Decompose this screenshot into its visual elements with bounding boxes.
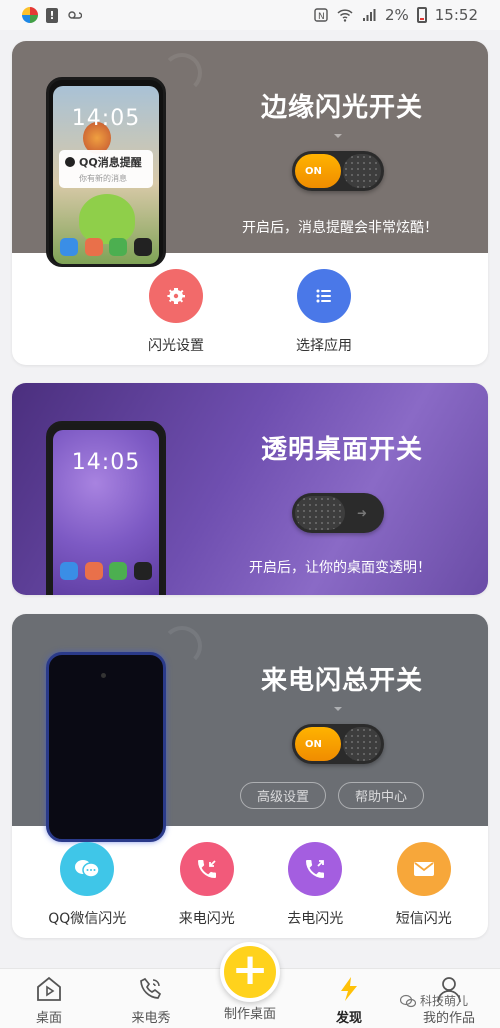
bi-app-icon [133, 238, 152, 256]
phone-screen: 14:05 [53, 430, 159, 595]
caret-icon [334, 134, 342, 138]
arrow-right-icon: ➜ [357, 506, 368, 520]
qq-notification: QQ消息提醒 你有新的消息 [59, 150, 153, 188]
qq-penguin-icon [65, 157, 75, 167]
messages-app-icon [60, 562, 79, 580]
edge-flash-actions: 闪光设置 选择应用 [12, 269, 488, 355]
phone-screen: 14:05 QQ消息提醒 你有新的消息 [53, 86, 159, 264]
flash-settings-label: 闪光设置 [148, 338, 204, 354]
transparent-desktop-description: 开启后，让你的桌面变透明！ [249, 560, 431, 576]
gear-icon [149, 269, 203, 323]
battery-percent: 2% [384, 6, 409, 24]
toggle-on-label: ON [295, 727, 341, 761]
create-desktop-fab[interactable]: + [220, 942, 280, 1002]
choose-app-label: 选择应用 [296, 338, 352, 354]
phone-mockup: 14:05 QQ消息提醒 你有新的消息 [46, 77, 166, 267]
signal-icon [362, 9, 376, 21]
phone-time: 14:05 [71, 106, 141, 131]
incoming-call-icon [179, 842, 234, 896]
incoming-call-flash-banner: 来电闪总开关 ON 高级设置 帮助中心 [12, 614, 488, 842]
wechat-icon [400, 994, 416, 1007]
svg-text:N: N [318, 12, 325, 22]
advanced-settings-button[interactable]: 高级设置 [240, 782, 327, 809]
nav-discover-label: 发现 [335, 1011, 362, 1026]
flash-settings-button[interactable]: 闪光设置 [148, 269, 204, 355]
notification-title: QQ消息提醒 [79, 156, 142, 169]
phone-dock [57, 562, 155, 580]
nav-desktop[interactable]: 桌面 [14, 975, 84, 1026]
decor-arc [162, 53, 202, 93]
alert-icon: ! [46, 7, 58, 23]
chat-bubbles-icon [60, 842, 115, 896]
edge-flash-description: 开启后，消息提醒会非常炫酷！ [242, 220, 438, 236]
nav-make-desktop-label: 制作桌面 [223, 1007, 276, 1022]
status-bar: ! N 2% 15:52 [0, 0, 500, 30]
phone-icon [140, 977, 162, 999]
incoming-call-flash-card: 来电闪总开关 ON 高级设置 帮助中心 QQ微信闪光 来电闪光 去电闪光 短信闪… [12, 614, 488, 938]
incoming-call-flash-label: 来电闪光 [178, 911, 235, 927]
incoming-call-flash-title: 来电闪总开关 [260, 666, 423, 696]
phone-mockup [46, 652, 166, 842]
sms-flash-label: 短信闪光 [395, 911, 452, 927]
nav-discover[interactable]: 发现 [314, 975, 384, 1026]
incoming-call-actions: QQ微信闪光 来电闪光 去电闪光 短信闪光 [12, 842, 488, 928]
envelope-icon [396, 842, 451, 896]
edge-flash-title: 边缘闪光开关 [260, 93, 423, 123]
nav-make-desktop[interactable]: 制作桌面 [215, 1003, 285, 1022]
choose-app-button[interactable]: 选择应用 [296, 269, 352, 355]
phone-time: 14:05 [71, 450, 141, 475]
weather-icon [68, 11, 82, 19]
nav-my-works-label: 我的作品 [422, 1011, 475, 1026]
edge-flash-card: 14:05 QQ消息提醒 你有新的消息 边缘闪光开关 ON 开启后，消息提醒会非… [12, 41, 488, 365]
incoming-call-flash-toggle[interactable]: ON [292, 724, 384, 764]
app-notification-icon [22, 7, 38, 23]
toggle-grip [343, 154, 381, 188]
caret-icon [334, 707, 342, 711]
outgoing-call-flash-label: 去电闪光 [287, 911, 344, 927]
wifi-icon [337, 9, 353, 22]
settings-pills: 高级设置 帮助中心 [240, 782, 425, 809]
lightning-icon [341, 977, 357, 1001]
nav-call-show-label: 来电秀 [131, 1011, 171, 1026]
nfc-icon: N [314, 8, 328, 22]
notification-body: 你有新的消息 [79, 174, 127, 183]
bi-app-icon [133, 562, 152, 580]
edge-flash-banner: 14:05 QQ消息提醒 你有新的消息 边缘闪光开关 ON 开启后，消息提醒会非… [12, 41, 488, 267]
outgoing-call-flash-button[interactable]: 去电闪光 [287, 842, 343, 928]
transparent-desktop-card: 14:05 透明桌面开关 ➜ 开启后，让你的桌面变透明！ [12, 383, 488, 595]
transparent-desktop-banner: 14:05 透明桌面开关 ➜ 开启后，让你的桌面变透明！ [12, 383, 488, 595]
battery-icon [416, 7, 427, 23]
messages-app-icon [60, 238, 79, 256]
toggle-on-label: ON [295, 154, 341, 188]
transparent-desktop-toggle[interactable]: ➜ [292, 493, 384, 533]
toggle-grip [295, 496, 345, 530]
watermark-text: 科技萌儿 [420, 994, 469, 1008]
toggle-grip [343, 727, 381, 761]
nav-call-show[interactable]: 来电秀 [116, 975, 186, 1026]
incoming-call-flash-button[interactable]: 来电闪光 [179, 842, 235, 928]
camera-dot [101, 673, 106, 678]
decor-arc [162, 626, 202, 666]
edge-flash-toggle[interactable]: ON [292, 151, 384, 191]
list-icon [297, 269, 351, 323]
phone-dock [57, 238, 155, 256]
help-center-button[interactable]: 帮助中心 [338, 782, 425, 809]
contacts-app-icon [84, 562, 103, 580]
transparent-desktop-title: 透明桌面开关 [260, 435, 423, 465]
qq-wechat-flash-button[interactable]: QQ微信闪光 [48, 842, 126, 928]
desktop-play-icon [37, 976, 61, 1001]
contacts-app-icon [84, 238, 103, 256]
watermark: 科技萌儿 [400, 992, 468, 1009]
phone-app-icon [109, 238, 128, 256]
mascot-image [79, 194, 135, 244]
nav-desktop-label: 桌面 [35, 1011, 62, 1026]
qq-wechat-flash-label: QQ微信闪光 [48, 911, 127, 927]
phone-app-icon [109, 562, 128, 580]
clock: 15:52 [434, 6, 478, 24]
sms-flash-button[interactable]: 短信闪光 [396, 842, 452, 928]
phone-mockup: 14:05 [46, 421, 166, 595]
outgoing-call-icon [288, 842, 343, 896]
plus-icon: + [231, 944, 269, 995]
